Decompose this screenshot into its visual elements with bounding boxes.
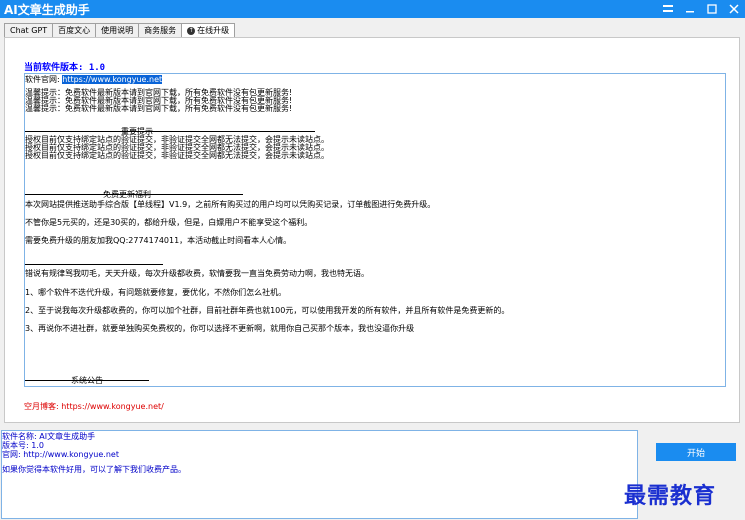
system-title: 系统公告	[71, 376, 103, 385]
output-line: 软件名称: AI文章生成助手	[2, 432, 96, 441]
benefit-line: 本次网站提供推送助手综合版【单线程】V1.9，之前所有购买过的用户均可以凭购买记…	[25, 200, 436, 209]
tab-label: 在线升级	[197, 26, 230, 35]
blog-link[interactable]: 空月博客: https://www.kongyue.net/	[24, 401, 164, 412]
important-line: 授权目前仅支持绑定站点的验证提交，非验证提交全网都无法提交，会提示未读站点。	[25, 151, 329, 160]
start-button[interactable]: 开始	[656, 443, 736, 461]
output-log[interactable]: 软件名称: AI文章生成助手 版本号: 1.0 官网: http://www.k…	[1, 430, 638, 519]
tab-label: Chat GPT	[10, 26, 48, 35]
talk-line: 3、再说你不进社群，就要单独购买免费权的，你可以选择不更新啊，就用你自己买那个版…	[25, 324, 415, 333]
tab-baidu-wenxin[interactable]: 百度文心	[52, 23, 97, 37]
tab-usage[interactable]: 使用说明	[95, 23, 140, 37]
tab-label: 百度文心	[58, 26, 91, 35]
talk-line: 错说有规律骂我叨毛，天天升级，每次升级都收费，软情要我一直当免费劳动力啊，我也特…	[25, 269, 369, 278]
tab-label: 使用说明	[101, 26, 134, 35]
site-url-link[interactable]: https://www.kongyue.net	[62, 75, 163, 84]
benefit-title: 免费更新福利	[103, 190, 151, 199]
minimize-icon[interactable]	[679, 0, 701, 18]
output-line: 官网: http://www.kongyue.net	[2, 450, 119, 459]
tab-business[interactable]: 商务服务	[138, 23, 183, 37]
upgrade-icon: ↑	[187, 26, 196, 35]
benefit-line: 不管你是5元买的，还是30买的，都给升级，但是，白嫖用户不能享受这个福利。	[25, 218, 313, 227]
tab-online-upgrade[interactable]: ↑ 在线升级	[181, 23, 236, 38]
window-title: AI文章生成助手	[4, 3, 90, 17]
divider	[25, 131, 315, 132]
menu-icon[interactable]	[657, 0, 679, 18]
warning-line: 温馨提示：免费软件最新版本请到官网下载，所有免费软件没有包更新服务!	[25, 104, 293, 113]
title-bar: AI文章生成助手	[0, 0, 745, 18]
talk-line: 1、哪个软件不迭代升级，有问题就要修复，要优化，不然你们怎么社机。	[25, 288, 287, 297]
upgrade-info-textbox[interactable]: 软件官网: https://www.kongyue.net 温馨提示：免费软件最…	[24, 73, 726, 387]
output-line: 如果你觉得本软件好用，可以了解下我们收费产品。	[2, 465, 186, 474]
maximize-icon[interactable]	[701, 0, 723, 18]
tab-label: 商务服务	[144, 26, 177, 35]
tab-chatgpt[interactable]: Chat GPT	[4, 23, 54, 37]
benefit-line: 需要免费升级的朋友加我QQ:2774174011，本活动截止时间看本人心情。	[25, 236, 292, 245]
output-line: 版本号: 1.0	[2, 441, 44, 450]
version-label: 当前软件版本: 1.0	[24, 63, 106, 73]
talk-line: 2、至于说我每次升级都收费的，你可以加个社群，目前社群年费也就100元，可以使用…	[25, 306, 510, 315]
window-controls	[657, 0, 745, 18]
watermark: 最需教育	[624, 483, 717, 509]
divider	[25, 264, 163, 265]
tab-bar: Chat GPT 百度文心 使用说明 商务服务 ↑ 在线升级	[4, 23, 236, 38]
close-icon[interactable]	[723, 0, 745, 18]
site-label: 软件官网:	[25, 75, 60, 84]
site-line: 软件官网: https://www.kongyue.net	[25, 75, 163, 84]
